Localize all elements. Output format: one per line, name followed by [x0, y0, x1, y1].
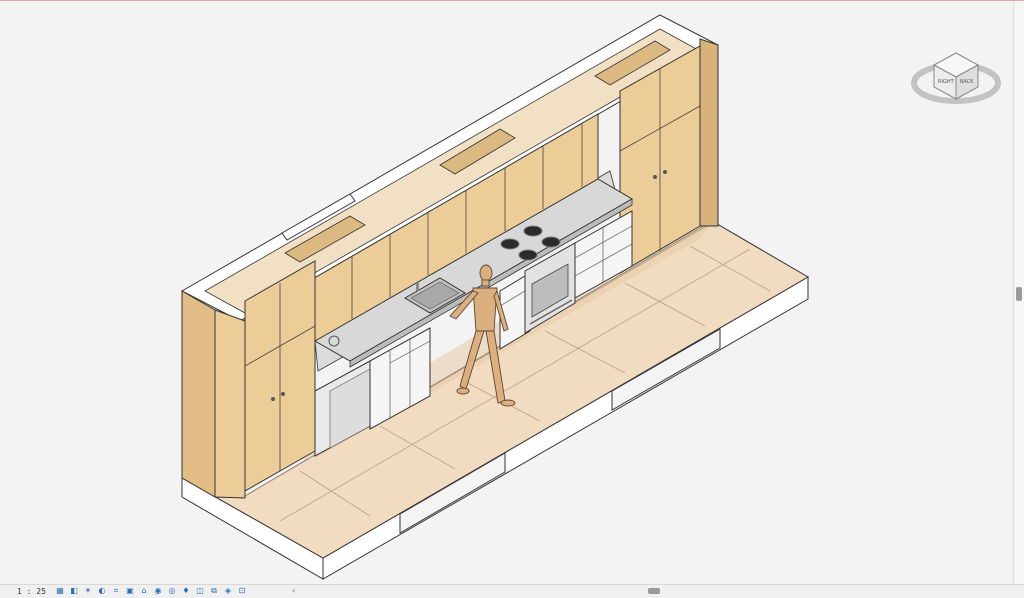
horizontal-scrollbar[interactable]: ‹: [292, 586, 1014, 596]
analytical-icon[interactable]: ⧉: [209, 586, 219, 596]
shadows-icon[interactable]: ◐: [97, 586, 107, 596]
view-cube-label-back: BACK: [960, 79, 974, 85]
constraints-icon[interactable]: ⊡: [237, 586, 247, 596]
view-control-bar: 1 : 25 ▦ ◧ ✶ ◐ ⌗ ▣ ⌂ ◉ ◎ ♦ ◫ ⧉ ◈ ⊡ ‹: [0, 584, 1024, 598]
scroll-left-arrow-icon[interactable]: ‹: [292, 586, 295, 596]
crop-view-icon[interactable]: ⌗: [111, 586, 121, 596]
view-cube-label-right: RIGHT: [938, 79, 955, 85]
reveal-hidden-icon[interactable]: ◎: [167, 586, 177, 596]
unlock-3d-icon[interactable]: ⌂: [139, 586, 149, 596]
detail-level-icon[interactable]: ▦: [55, 586, 65, 596]
vertical-scrollbar-thumb[interactable]: [1016, 287, 1022, 301]
view-control-tools: ▦ ◧ ✶ ◐ ⌗ ▣ ⌂ ◉ ◎ ♦ ◫ ⧉ ◈ ⊡: [55, 586, 247, 596]
temporary-hide-icon[interactable]: ◉: [153, 586, 163, 596]
horizontal-scrollbar-thumb[interactable]: [648, 588, 660, 594]
pantry-handle: [271, 397, 275, 401]
kitchen-3d-model[interactable]: [0, 1, 1024, 584]
vertical-scrollbar[interactable]: [1013, 1, 1024, 584]
tall-cabinet-handle: [653, 175, 657, 179]
show-crop-icon[interactable]: ▣: [125, 586, 135, 596]
tall-cabinet-handle: [663, 170, 667, 174]
view-cube[interactable]: RIGHT BACK: [910, 37, 1002, 107]
worksharing-icon[interactable]: ◫: [195, 586, 205, 596]
sun-path-icon[interactable]: ✶: [83, 586, 93, 596]
highlight-icon[interactable]: ◈: [223, 586, 233, 596]
lightbulb-icon[interactable]: ♦: [181, 586, 191, 596]
pantry-handle: [281, 392, 285, 396]
model-viewport-3d[interactable]: RIGHT BACK: [0, 1, 1024, 584]
view-scale-label[interactable]: 1 : 25: [17, 586, 46, 597]
counter-canister: [328, 335, 340, 347]
faucet: [416, 283, 419, 291]
visual-style-icon[interactable]: ◧: [69, 586, 79, 596]
left-tall-pantry-side: [181, 290, 216, 498]
left-tall-pantry-front: [214, 309, 246, 499]
right-tall-cabinet-side: [699, 38, 719, 227]
